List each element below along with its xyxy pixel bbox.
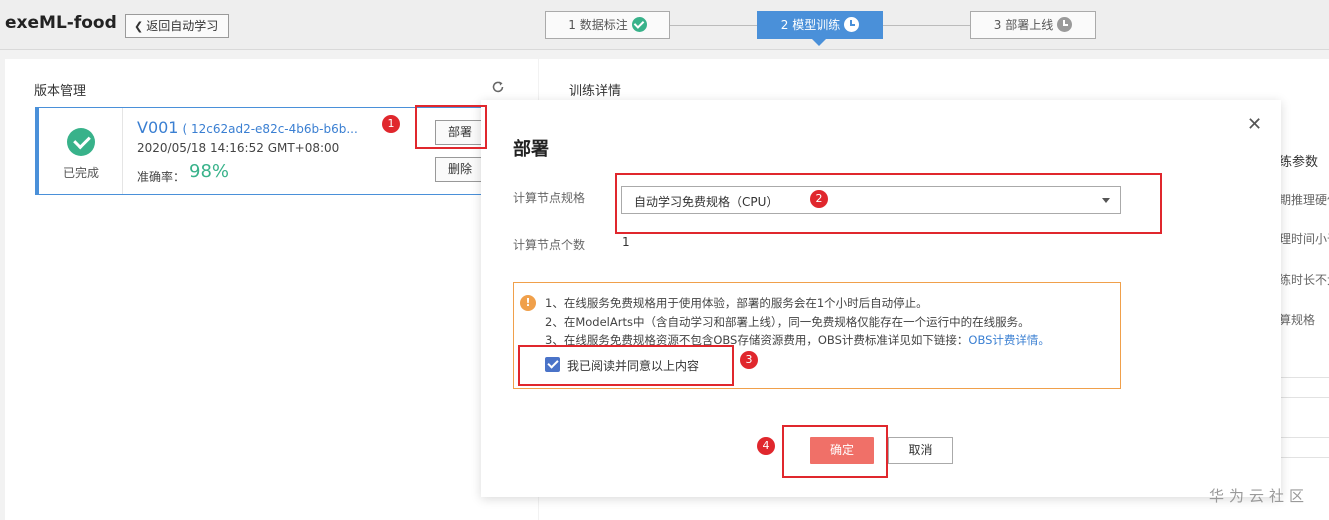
- training-detail-title: 训练详情: [569, 84, 622, 99]
- divider: [1279, 437, 1329, 438]
- dialog-title: 部署: [513, 139, 549, 160]
- annotation-badge: 2: [810, 190, 828, 208]
- refresh-icon[interactable]: [491, 80, 505, 94]
- step-connector: [883, 25, 970, 26]
- detail-item: 期推理硬件: [1279, 193, 1329, 207]
- back-button-label: 返回自动学习: [146, 19, 219, 33]
- close-icon[interactable]: ✕: [1247, 116, 1262, 134]
- divider: [1279, 377, 1329, 378]
- obs-pricing-link[interactable]: OBS计费详情。: [968, 333, 1050, 347]
- annotation-box: [782, 425, 888, 478]
- watermark: 华为云社区: [1209, 487, 1310, 505]
- app-title: exeML-food: [5, 13, 117, 33]
- divider: [1279, 397, 1329, 398]
- step-model-training[interactable]: 2 模型训练: [757, 11, 883, 39]
- annotation-badge: 4: [757, 437, 775, 455]
- cancel-button[interactable]: 取消: [888, 437, 953, 464]
- detail-item: 理时间小于: [1279, 232, 1329, 246]
- top-header: exeML-food ❮ 返回自动学习 1 数据标注 2 模型训练 3 部署上线: [0, 0, 1329, 50]
- version-date: 2020/05/18 14:16:52 GMT+08:00: [137, 141, 340, 155]
- clock-icon: [844, 17, 860, 32]
- step-data-labeling[interactable]: 1 数据标注: [545, 11, 670, 39]
- count-label: 计算节点个数: [513, 238, 586, 252]
- step-deploy[interactable]: 3 部署上线: [970, 11, 1096, 39]
- training-params-heading: 练参数: [1279, 155, 1319, 170]
- version-status: 已完成: [39, 108, 123, 194]
- detail-item: 算规格: [1279, 313, 1316, 327]
- version-hash: ( 12c62ad2-e82c-4b6b-b6b...: [182, 122, 358, 136]
- detail-item: 练时长不大: [1279, 273, 1329, 287]
- count-value: 1: [622, 235, 630, 249]
- warning-icon: !: [520, 295, 536, 311]
- check-circle-icon: [631, 17, 647, 32]
- annotation-box: [415, 105, 487, 149]
- annotation-box: [518, 345, 734, 386]
- version-panel-title: 版本管理: [34, 84, 87, 99]
- status-text: 已完成: [62, 166, 99, 180]
- active-step-pointer: [812, 39, 826, 46]
- annotation-box: [615, 173, 1162, 234]
- annotation-badge: 3: [740, 351, 758, 369]
- clock-icon: [1057, 17, 1073, 32]
- notice-line: 2、在ModelArts中（含自动学习和部署上线），同一免费规格仅能存在一个运行…: [545, 315, 1030, 329]
- annotation-badge: 1: [382, 115, 400, 133]
- check-circle-icon: [67, 128, 95, 156]
- notice-line: 1、在线服务免费规格用于使用体验，部署的服务会在1个小时后自动停止。: [545, 296, 928, 310]
- divider: [1279, 457, 1329, 458]
- spec-label: 计算节点规格: [513, 191, 586, 205]
- accuracy-label: 准确率：: [137, 170, 186, 184]
- step-connector: [670, 25, 757, 26]
- back-button[interactable]: ❮ 返回自动学习: [125, 14, 230, 38]
- accuracy-value: 98%: [189, 161, 230, 182]
- delete-button[interactable]: 删除: [435, 157, 485, 182]
- version-name[interactable]: V001( 12c62ad2-e82c-4b6b-b6b...: [137, 118, 358, 137]
- chevron-left-icon: ❮: [134, 20, 144, 33]
